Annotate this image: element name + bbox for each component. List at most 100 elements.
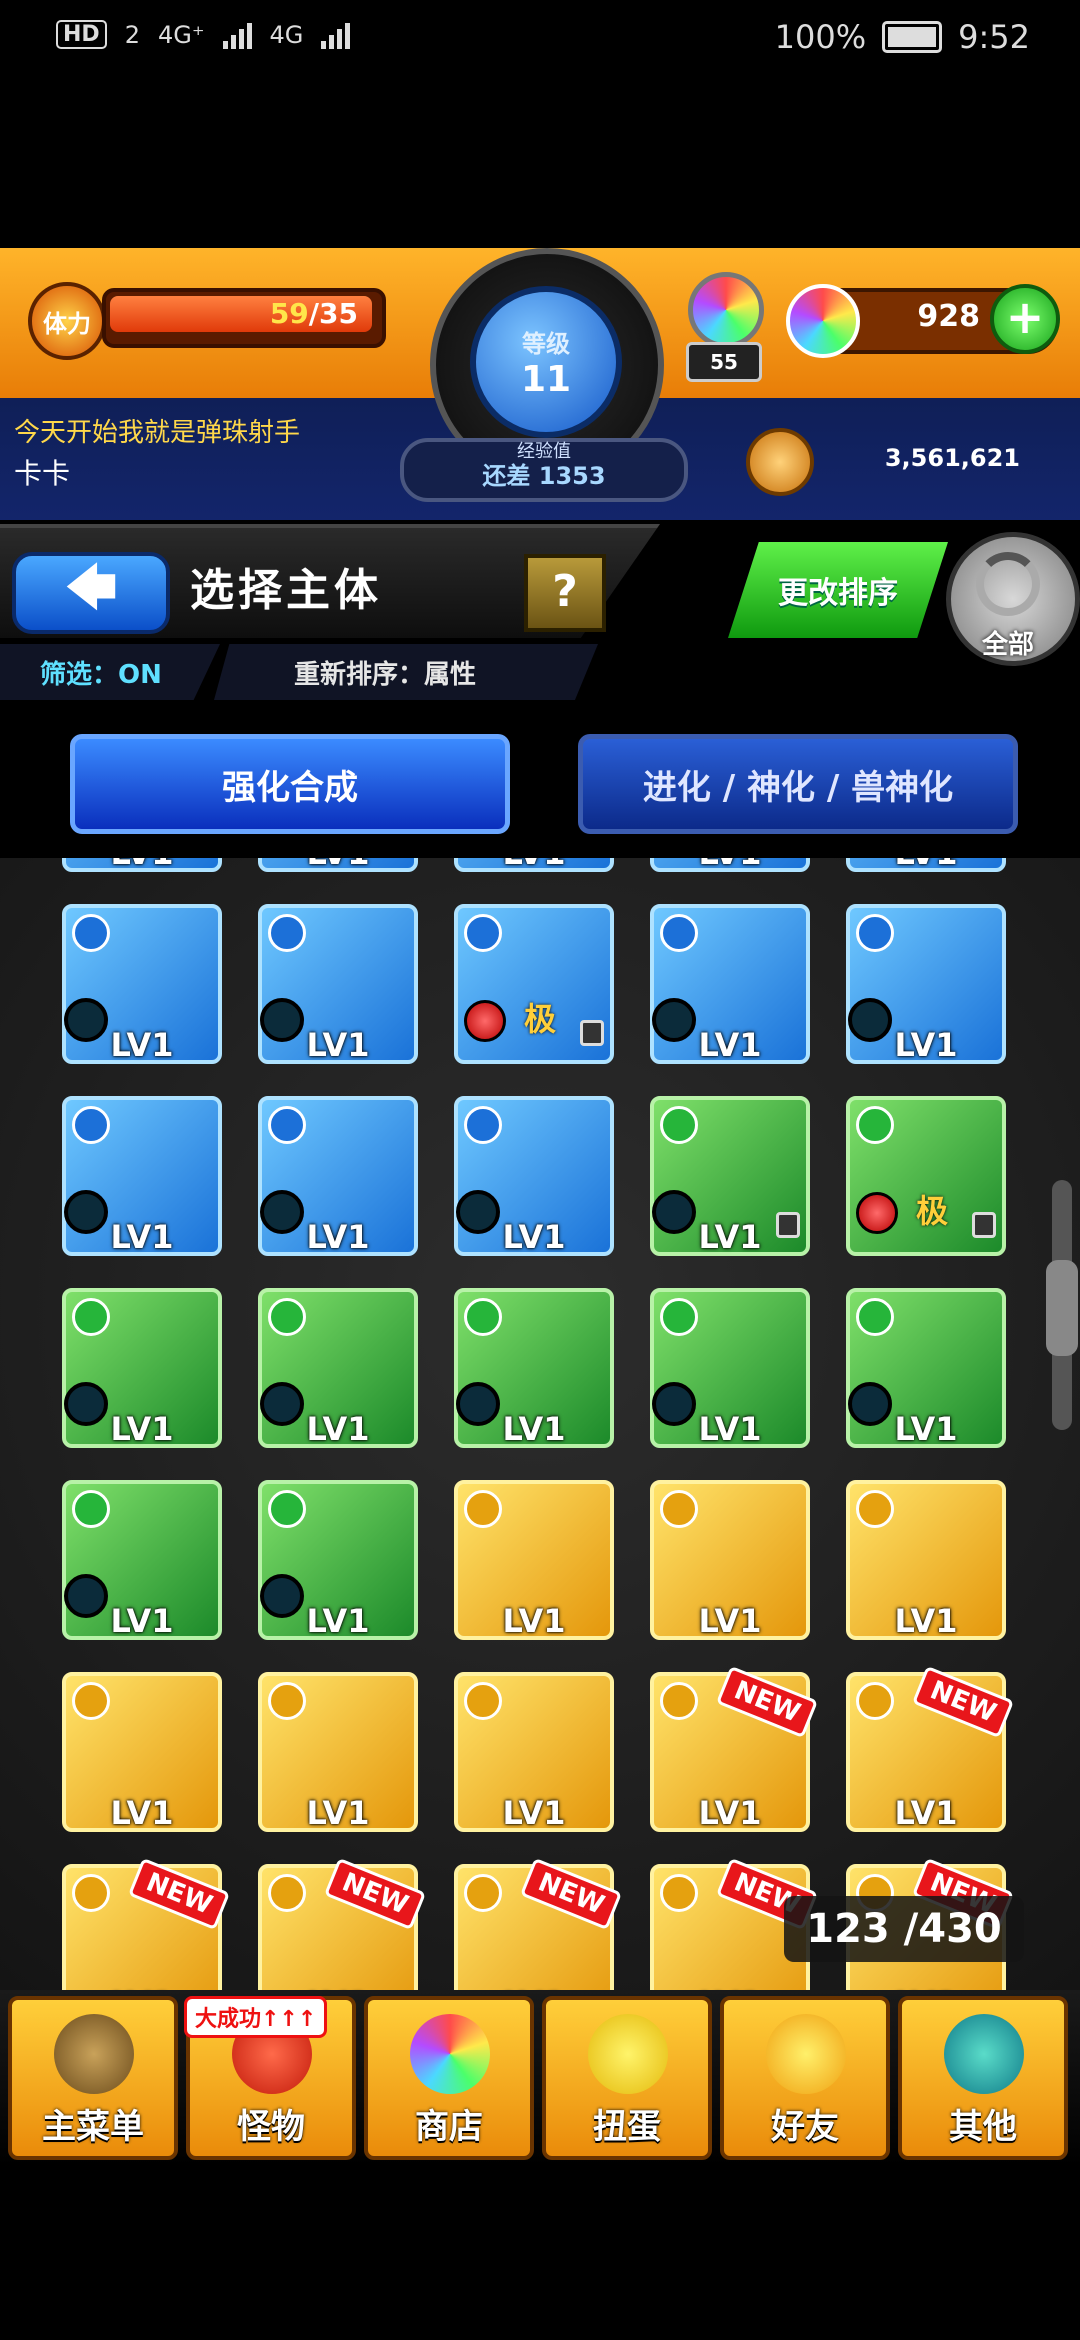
- light-element-icon: [464, 1682, 502, 1720]
- nav-other[interactable]: 其他: [898, 1996, 1068, 2160]
- back-button[interactable]: 🡄: [12, 552, 170, 634]
- orb-icon: [410, 2014, 490, 2094]
- orb-stock-icon: [688, 272, 764, 348]
- light-element-icon: [660, 1490, 698, 1528]
- wood-element-icon: [660, 1106, 698, 1144]
- scrollbar-thumb[interactable]: [1046, 1260, 1078, 1356]
- monster-card[interactable]: LV1: [62, 1480, 222, 1640]
- monster-card[interactable]: LV1NEW: [258, 1857, 427, 1990]
- ex-label: 极: [916, 1192, 949, 1230]
- wood-element-icon: [660, 1298, 698, 1336]
- bottom-nav: 主菜单 怪物 商店 扭蛋 好友 其他: [0, 1990, 1080, 2166]
- water-element-icon: [268, 914, 306, 952]
- monster-card[interactable]: LV1: [258, 1672, 418, 1832]
- monster-card[interactable]: LV1 NEW: [846, 1665, 1015, 1832]
- monster-card[interactable]: LV1: [846, 858, 1006, 872]
- nav-main-menu[interactable]: 主菜单: [8, 1996, 178, 2160]
- level-label: LV1: [502, 1218, 566, 1256]
- stamina-icon: 体力: [28, 282, 106, 360]
- monster-card[interactable]: LV1: [454, 858, 614, 872]
- monster-card[interactable]: LV1: [454, 1096, 614, 1256]
- monster-card[interactable]: LV1NEW: [62, 1857, 231, 1990]
- status-bar: HD 2 4G⁺ 4G 100% 9:52: [0, 0, 1080, 80]
- monster-card[interactable]: LV1: [650, 1480, 810, 1640]
- monster-card[interactable]: LV1: [454, 1672, 614, 1832]
- orb-stock[interactable]: 55: [680, 272, 764, 382]
- rank-badge[interactable]: 等级 11: [470, 286, 622, 438]
- box-counter: 123 /430: [784, 1896, 1024, 1962]
- monster-card[interactable]: LV1: [650, 858, 810, 872]
- coin-count: 3,561,621: [884, 444, 1020, 472]
- monster-card[interactable]: LV1: [846, 1288, 1006, 1448]
- toolbar: 🡄 选择主体 ? 筛选：ON 重新排序：属性 更改排序 全部: [0, 524, 1080, 704]
- monster-card[interactable]: LV1: [62, 858, 222, 872]
- monster-card[interactable]: LV1: [258, 858, 418, 872]
- coin-icon: [746, 428, 814, 496]
- exp-box: 经验值 还差 1353: [400, 438, 688, 502]
- page-title: 选择主体: [190, 565, 382, 616]
- monster-card[interactable]: LV1: [62, 1672, 222, 1832]
- tab-strengthen[interactable]: 强化合成: [70, 734, 510, 834]
- wood-element-icon: [72, 1298, 110, 1336]
- battery-percent: 100%: [774, 18, 867, 56]
- level-label: LV1: [110, 1794, 174, 1832]
- resort-status[interactable]: 重新排序：属性: [294, 654, 476, 691]
- light-element-icon: [856, 1682, 894, 1720]
- help-button[interactable]: ?: [524, 554, 606, 632]
- house-icon: [54, 2014, 134, 2094]
- monster-card[interactable]: LV1: [258, 1096, 418, 1256]
- monster-card[interactable]: LV1: [258, 904, 418, 1064]
- nav-label: 商店: [415, 2107, 483, 2147]
- monster-card[interactable]: LV1: [650, 1096, 810, 1256]
- water-element-icon: [464, 1106, 502, 1144]
- monster-card[interactable]: LV1: [846, 1480, 1006, 1640]
- level-label: LV1: [458, 858, 610, 872]
- nav-gacha[interactable]: 扭蛋: [542, 1996, 712, 2160]
- water-element-icon: [72, 914, 110, 952]
- exp-remaining: 还差 1353: [482, 462, 606, 490]
- hd-indicator: HD: [56, 20, 107, 49]
- monster-card[interactable]: LV1: [62, 904, 222, 1064]
- monster-card[interactable]: LV1: [62, 1096, 222, 1256]
- change-sort-button[interactable]: 更改排序: [728, 542, 948, 638]
- buy-orbs-button[interactable]: +: [990, 284, 1060, 354]
- level-label: LV1: [698, 1410, 762, 1448]
- level-label: LV1: [306, 1794, 370, 1832]
- wood-element-icon: [856, 1298, 894, 1336]
- light-element-icon: [660, 1682, 698, 1720]
- nav-friends[interactable]: 好友: [720, 1996, 890, 2160]
- level-label: LV1: [262, 858, 414, 872]
- monster-card[interactable]: LV1: [454, 1288, 614, 1448]
- lock-icon: [776, 1212, 800, 1238]
- rank-value: 11: [520, 359, 572, 400]
- monster-card[interactable]: LV1: [846, 904, 1006, 1064]
- clock: 9:52: [958, 18, 1030, 56]
- monster-card[interactable]: LV1: [62, 1288, 222, 1448]
- nav-shop[interactable]: 商店: [364, 1996, 534, 2160]
- monster-card[interactable]: LV1NEW: [650, 1665, 819, 1832]
- level-label: LV1: [654, 858, 806, 872]
- monster-card[interactable]: LV1: [650, 1288, 810, 1448]
- monster-card[interactable]: LV1: [454, 1480, 614, 1640]
- filter-status[interactable]: 筛选：ON: [40, 654, 162, 691]
- level-label: LV1: [698, 1602, 762, 1640]
- monster-card[interactable]: LV1: [258, 1480, 418, 1640]
- nav-label: 怪物: [237, 2107, 305, 2147]
- monster-card[interactable]: LV1: [258, 1288, 418, 1448]
- light-element-icon: [464, 1874, 502, 1912]
- level-label: LV1: [306, 1410, 370, 1448]
- show-all-label: 全部: [981, 630, 1034, 660]
- monster-card[interactable]: LV1: [650, 904, 810, 1064]
- level-label: LV1: [894, 1794, 958, 1832]
- level-label: LV1: [110, 1218, 174, 1256]
- monster-card[interactable]: 极: [454, 904, 614, 1064]
- new-badge: NEW: [911, 1665, 1015, 1739]
- new-badge: NEW: [519, 1857, 623, 1931]
- level-label: LV1: [306, 1602, 370, 1640]
- nav-label: 其他: [949, 2107, 1017, 2147]
- tab-evolve[interactable]: 进化 / 神化 / 兽神化: [578, 734, 1018, 834]
- monster-card[interactable]: 极: [846, 1096, 1006, 1256]
- light-element-icon: [268, 1874, 306, 1912]
- monster-card[interactable]: LV1NEW: [454, 1857, 623, 1990]
- level-label: LV1: [698, 1026, 762, 1064]
